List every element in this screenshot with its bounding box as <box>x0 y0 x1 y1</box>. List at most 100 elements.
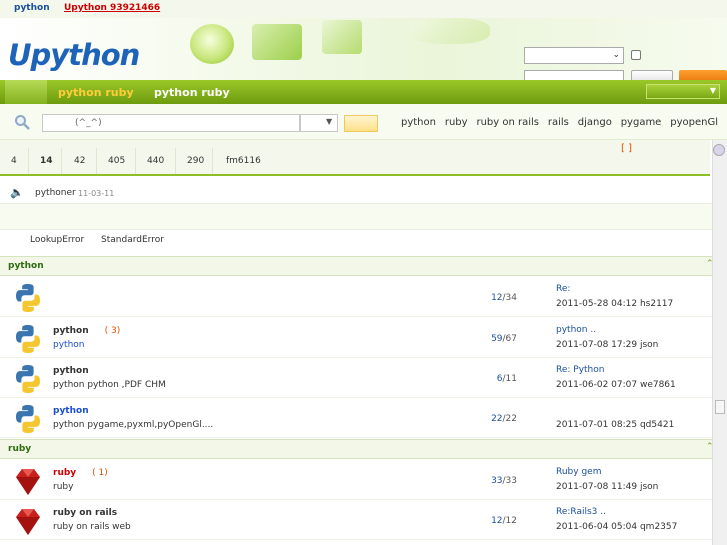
collapse-icon[interactable]: ⌃ <box>706 259 714 269</box>
tag-link[interactable]: ruby <box>445 117 468 128</box>
search-scope-select[interactable]: ▼ <box>300 114 338 132</box>
python-logo-icon <box>16 365 40 393</box>
last-post-meta: 2011-07-08 17:29 json <box>556 340 659 350</box>
top-link-python[interactable]: python <box>14 3 50 13</box>
python-logo-icon <box>16 405 40 433</box>
forum-desc: python python ,PDF CHM <box>53 380 166 390</box>
last-post-meta: 2011-05-28 04:12 hs2117 <box>556 299 674 309</box>
post-count: /11 <box>502 374 517 384</box>
forum-name-text: ruby <box>53 468 77 478</box>
stat-value: 405 <box>108 156 126 166</box>
stat-value: 14 <box>40 156 53 166</box>
post-count: /67 <box>502 334 517 344</box>
section-ruby: ruby ⌃ <box>0 439 714 459</box>
forum-name[interactable]: python <box>53 366 89 376</box>
last-post-title[interactable]: Ruby gem <box>556 467 601 477</box>
divider <box>135 148 136 174</box>
leaf-decoration <box>252 24 302 60</box>
python-logo-icon <box>16 284 40 312</box>
speaker-icon: 🔈 <box>10 186 24 199</box>
nav-select[interactable]: ▼ <box>646 84 720 99</box>
error-links: LookupError StandardError <box>30 235 178 245</box>
last-post-title[interactable]: Re:Rails3 .. <box>556 507 606 517</box>
scroll-thumb[interactable] <box>715 400 725 414</box>
ruby-gem-icon <box>16 469 40 495</box>
last-post-meta: 2011-07-01 08:25 qd5421 <box>556 420 675 430</box>
forum-counts: 33/33 <box>485 476 517 486</box>
post-count: /34 <box>502 293 517 303</box>
tag-link[interactable]: django <box>578 117 612 128</box>
forum-row: python ( 3) python 59/67 python .. 2011-0… <box>0 318 712 358</box>
stat-value: 290 <box>187 156 205 166</box>
section-title[interactable]: ruby <box>8 444 31 454</box>
leaf-decoration <box>190 24 234 64</box>
search-input[interactable]: (^_^) <box>42 114 300 132</box>
forum-name[interactable]: ruby on rails <box>53 508 117 518</box>
announcement-date: 11-03-11 <box>78 189 115 198</box>
divider <box>212 148 213 174</box>
header: Upython ⌄ <box>0 18 727 87</box>
nav-item-python-ruby-active[interactable]: python ruby <box>58 86 134 99</box>
post-count: /22 <box>502 414 517 424</box>
collapse-icon[interactable]: ⌃ <box>706 442 714 452</box>
last-post-title[interactable]: Re: Python <box>556 365 604 375</box>
bracket-link[interactable]: [ ] <box>621 143 632 154</box>
chevron-down-icon: ⌄ <box>612 50 620 60</box>
stat-value: 440 <box>147 156 165 166</box>
tag-link[interactable]: python <box>401 117 436 128</box>
search-tags: python ruby ruby on rails rails django p… <box>401 117 724 128</box>
ruby-gem-icon <box>16 509 40 535</box>
chevron-down-icon: ▼ <box>326 117 333 126</box>
divider <box>28 148 29 174</box>
error-link[interactable]: LookupError <box>30 235 84 245</box>
scroll-top-icon[interactable] <box>713 144 725 156</box>
forum-row: python python pygame,pyxml,pyOpenGl.... … <box>0 398 712 438</box>
divider <box>96 148 97 174</box>
forum-name[interactable]: python ( 3) <box>53 326 120 336</box>
section-title[interactable]: python <box>8 261 44 271</box>
home-tab[interactable] <box>5 80 47 104</box>
forum-name-text: python <box>53 326 89 336</box>
announcement-user[interactable]: pythoner <box>35 188 76 198</box>
scrollbar[interactable] <box>712 140 727 545</box>
stat-value: fm6116 <box>226 156 261 166</box>
topic-count: 33 <box>491 476 503 486</box>
nav-item-python-ruby[interactable]: python ruby <box>154 86 230 99</box>
forum-desc: ruby on rails web <box>53 522 131 532</box>
forum-desc[interactable]: python <box>53 340 84 350</box>
main-nav: python ruby python ruby ▼ <box>0 80 727 104</box>
tag-link[interactable]: pygame <box>621 117 662 128</box>
section-python: python ⌃ <box>0 256 714 276</box>
top-link-qq-group[interactable]: Upython 93921466 <box>64 3 160 13</box>
search-input-value: (^_^) <box>75 118 102 128</box>
last-post-meta: 2011-06-04 05:04 qm2357 <box>556 522 678 532</box>
tag-link[interactable]: pyopenGl <box>670 117 718 128</box>
top-bar: python Upython 93921466 <box>0 0 727 18</box>
tag-link[interactable]: ruby on rails <box>476 117 539 128</box>
last-post-title[interactable]: Re: <box>556 284 570 294</box>
last-post-meta: 2011-06-02 07:07 we7861 <box>556 380 676 390</box>
topic-count: 12 <box>491 516 503 526</box>
login-type-select[interactable]: ⌄ <box>524 47 624 64</box>
divider <box>61 148 62 174</box>
forum-counts: 12/12 <box>485 516 517 526</box>
leaf-decoration <box>410 18 490 44</box>
search-button[interactable] <box>344 115 378 132</box>
post-count: /12 <box>502 516 517 526</box>
tag-link[interactable]: rails <box>548 117 569 128</box>
forum-name[interactable]: ruby ( 1) <box>53 468 108 478</box>
site-logo[interactable]: Upython <box>8 38 140 72</box>
remember-checkbox[interactable] <box>631 50 641 60</box>
forum-counts: 59/67 <box>485 334 517 344</box>
forum-row: 12/34 Re: 2011-05-28 04:12 hs2117 <box>0 277 712 317</box>
forum-name[interactable]: python <box>53 406 89 416</box>
topic-count: 12 <box>491 293 503 303</box>
last-post-meta: 2011-07-08 11:49 json <box>556 482 659 492</box>
error-link[interactable]: StandardError <box>101 235 164 245</box>
topic-count: 22 <box>491 414 503 424</box>
post-count: /33 <box>502 476 517 486</box>
divider <box>175 148 176 174</box>
last-post-title[interactable]: python .. <box>556 325 596 335</box>
topic-count: 59 <box>491 334 503 344</box>
search-icon[interactable] <box>14 114 30 130</box>
